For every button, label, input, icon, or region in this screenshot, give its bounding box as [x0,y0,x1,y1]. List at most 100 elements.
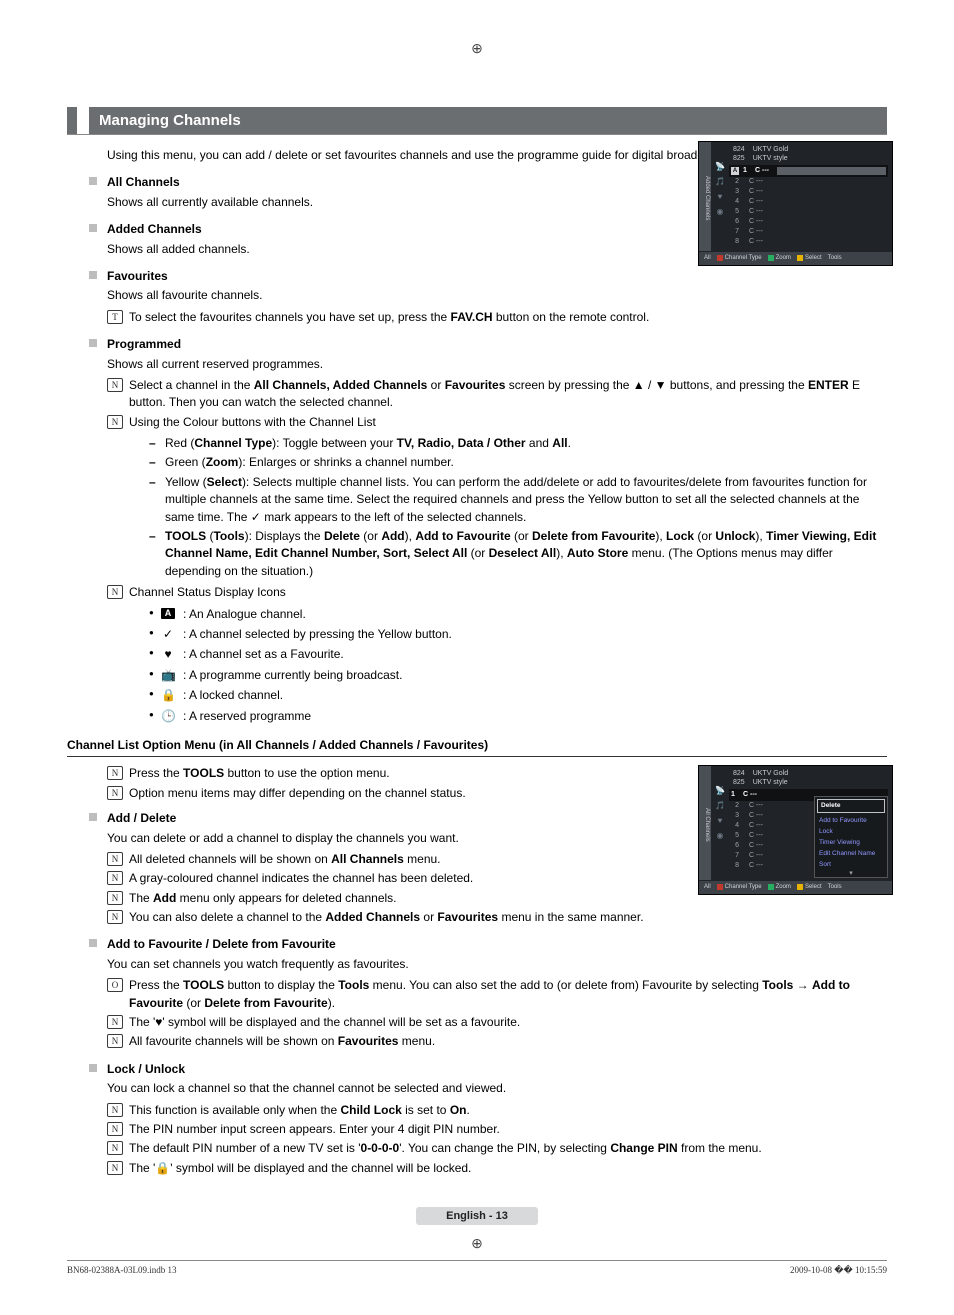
text: The '🔒' symbol will be displayed and the… [129,1161,471,1175]
item-desc: You can delete or add a channel to displ… [107,830,887,847]
text: The '♥' symbol will be displayed and the… [129,1015,520,1029]
item-desc: You can set channels you watch frequentl… [107,956,887,973]
text: (or [360,529,381,543]
text: : A programme currently being broadcast. [183,668,402,682]
text: You can also delete a channel to the [129,910,325,924]
ch-num: 825 [733,154,745,163]
note-item: NThis function is available only when th… [107,1102,887,1119]
ch-num: 824 [733,145,745,154]
text: screen by pressing the ▲ / ▼ buttons, an… [505,378,808,392]
status-locked: 🔒: A locked channel. [149,687,887,704]
page-number-label: English - 13 [416,1207,538,1225]
item-head: Lock / Unlock [107,1061,887,1078]
text: from the menu. [678,1141,762,1155]
item-head: Added Channels [107,221,887,238]
text: : An Analogue channel. [183,607,306,621]
note-n-icon: N [107,585,123,599]
text-bold: Auto Store [567,546,628,560]
ch-label: UKTV Gold [753,145,788,154]
note-item: N Using the Colour buttons with the Chan… [107,414,887,581]
sub-item-green: Green (Zoom): Enlarges or shrinks a chan… [149,454,887,471]
item-desc: Shows all added channels. [107,241,887,258]
item-head: All Channels [107,174,887,191]
note-n-icon: N [107,910,123,924]
text-bold: Zoom [206,455,239,469]
note-item: NThe Add menu only appears for deleted c… [107,890,887,907]
text: menu. [404,852,441,866]
text: Press the [129,766,183,780]
registration-mark-top: ⊕ [67,40,887,57]
item-head: Favourites [107,268,887,285]
note-n-icon: N [107,891,123,905]
note-item: NYou can also delete a channel to the Ad… [107,909,689,926]
antenna-icon: 📡 [713,160,727,174]
text-bold: TV, Radio, Data / Other [397,436,526,450]
text: (or [183,996,204,1010]
text: ): Toggle between your [272,436,397,450]
text-bold: Lock [666,529,694,543]
sub-item-yellow: Yellow (Select): Selects multiple channe… [149,474,887,526]
text: Red ( [165,436,194,450]
text: ): Displays the [245,529,324,543]
text: button on the remote control. [493,310,650,324]
text-bold: On [450,1103,467,1117]
note-item: NThe '♥' symbol will be displayed and th… [107,1014,887,1031]
item-head: Programmed [107,336,887,353]
note-n-icon: N [107,766,123,780]
status-favourite: ♥: A channel set as a Favourite. [149,646,887,663]
note-n-icon: N [107,1103,123,1117]
text: Channel Status Display Icons [129,585,286,599]
text: Yellow ( [165,475,207,489]
text-bold: All [552,436,567,450]
note-item: NA gray-coloured channel indicates the c… [107,870,887,887]
text: menu only appears for deleted channels. [176,891,396,905]
text: menu. You can also set the add to (or de… [369,978,762,992]
text: : A channel set as a Favourite. [183,647,344,661]
text: (or [694,529,715,543]
tools-o-icon: O [107,978,123,992]
text: Green ( [165,455,206,469]
item-head: Add to Favourite / Delete from Favourite [107,936,887,953]
text-bold: Tools [213,529,244,543]
text-bold: Unlock [715,529,755,543]
note-n-icon: N [107,415,123,429]
tv-top-rows: 824UKTV Gold 825UKTV style [729,142,892,164]
status-analogue: A : An Analogue channel. [149,606,887,623]
text-bold: Deselect All [489,546,557,560]
text: Press the [129,978,183,992]
text: ): Selects multiple channel lists. You c… [165,475,867,524]
text: : A locked channel. [183,688,283,702]
text: A gray-coloured channel indicates the ch… [129,871,473,885]
note-n-icon: N [107,786,123,800]
print-footer: BN68-02388A-03L09.indb 13 2009-10-08 �� … [67,1260,887,1276]
text: ), [655,529,666,543]
text-bold: 0-0-0-0 [361,1141,400,1155]
item-programmed: Programmed Shows all current reserved pr… [107,336,887,725]
text: button to use the option menu. [224,766,389,780]
item-desc: You can lock a channel so that the chann… [107,1080,887,1097]
text-bold: TOOLS [183,766,224,780]
tv-icon: 📺 [161,667,175,684]
text-bold: FAV.CH [451,310,493,324]
text-bold: Add [381,529,404,543]
text-bold: Favourites [437,910,498,924]
note-item: N Channel Status Display Icons A : An Ana… [107,584,887,725]
text: The PIN number input screen appears. Ent… [129,1122,500,1136]
section-header: Managing Channels [67,107,887,135]
text-bold: Delete from Favourite [204,996,327,1010]
text-bold: TOOLS [165,529,206,543]
section-accent-block [67,107,77,134]
item-desc: Shows all current reserved programmes. [107,356,887,373]
analogue-badge-icon: A [161,608,175,619]
text: ). [328,996,335,1010]
text-bold: Favourites [338,1034,399,1048]
text: is set to [402,1103,450,1117]
item-lock-unlock: Lock / Unlock You can lock a channel so … [107,1061,887,1177]
note-n-icon: N [107,1122,123,1136]
text-bold: Child Lock [340,1103,401,1117]
tip-t-icon: T [107,310,123,324]
text-bold: All Channels, Added Channels [254,378,428,392]
item-added-channels: Added Channels Shows all added channels. [107,221,887,258]
sub-item-red: Red (Channel Type): Toggle between your … [149,435,887,452]
text-bold: Channel Type [194,436,272,450]
